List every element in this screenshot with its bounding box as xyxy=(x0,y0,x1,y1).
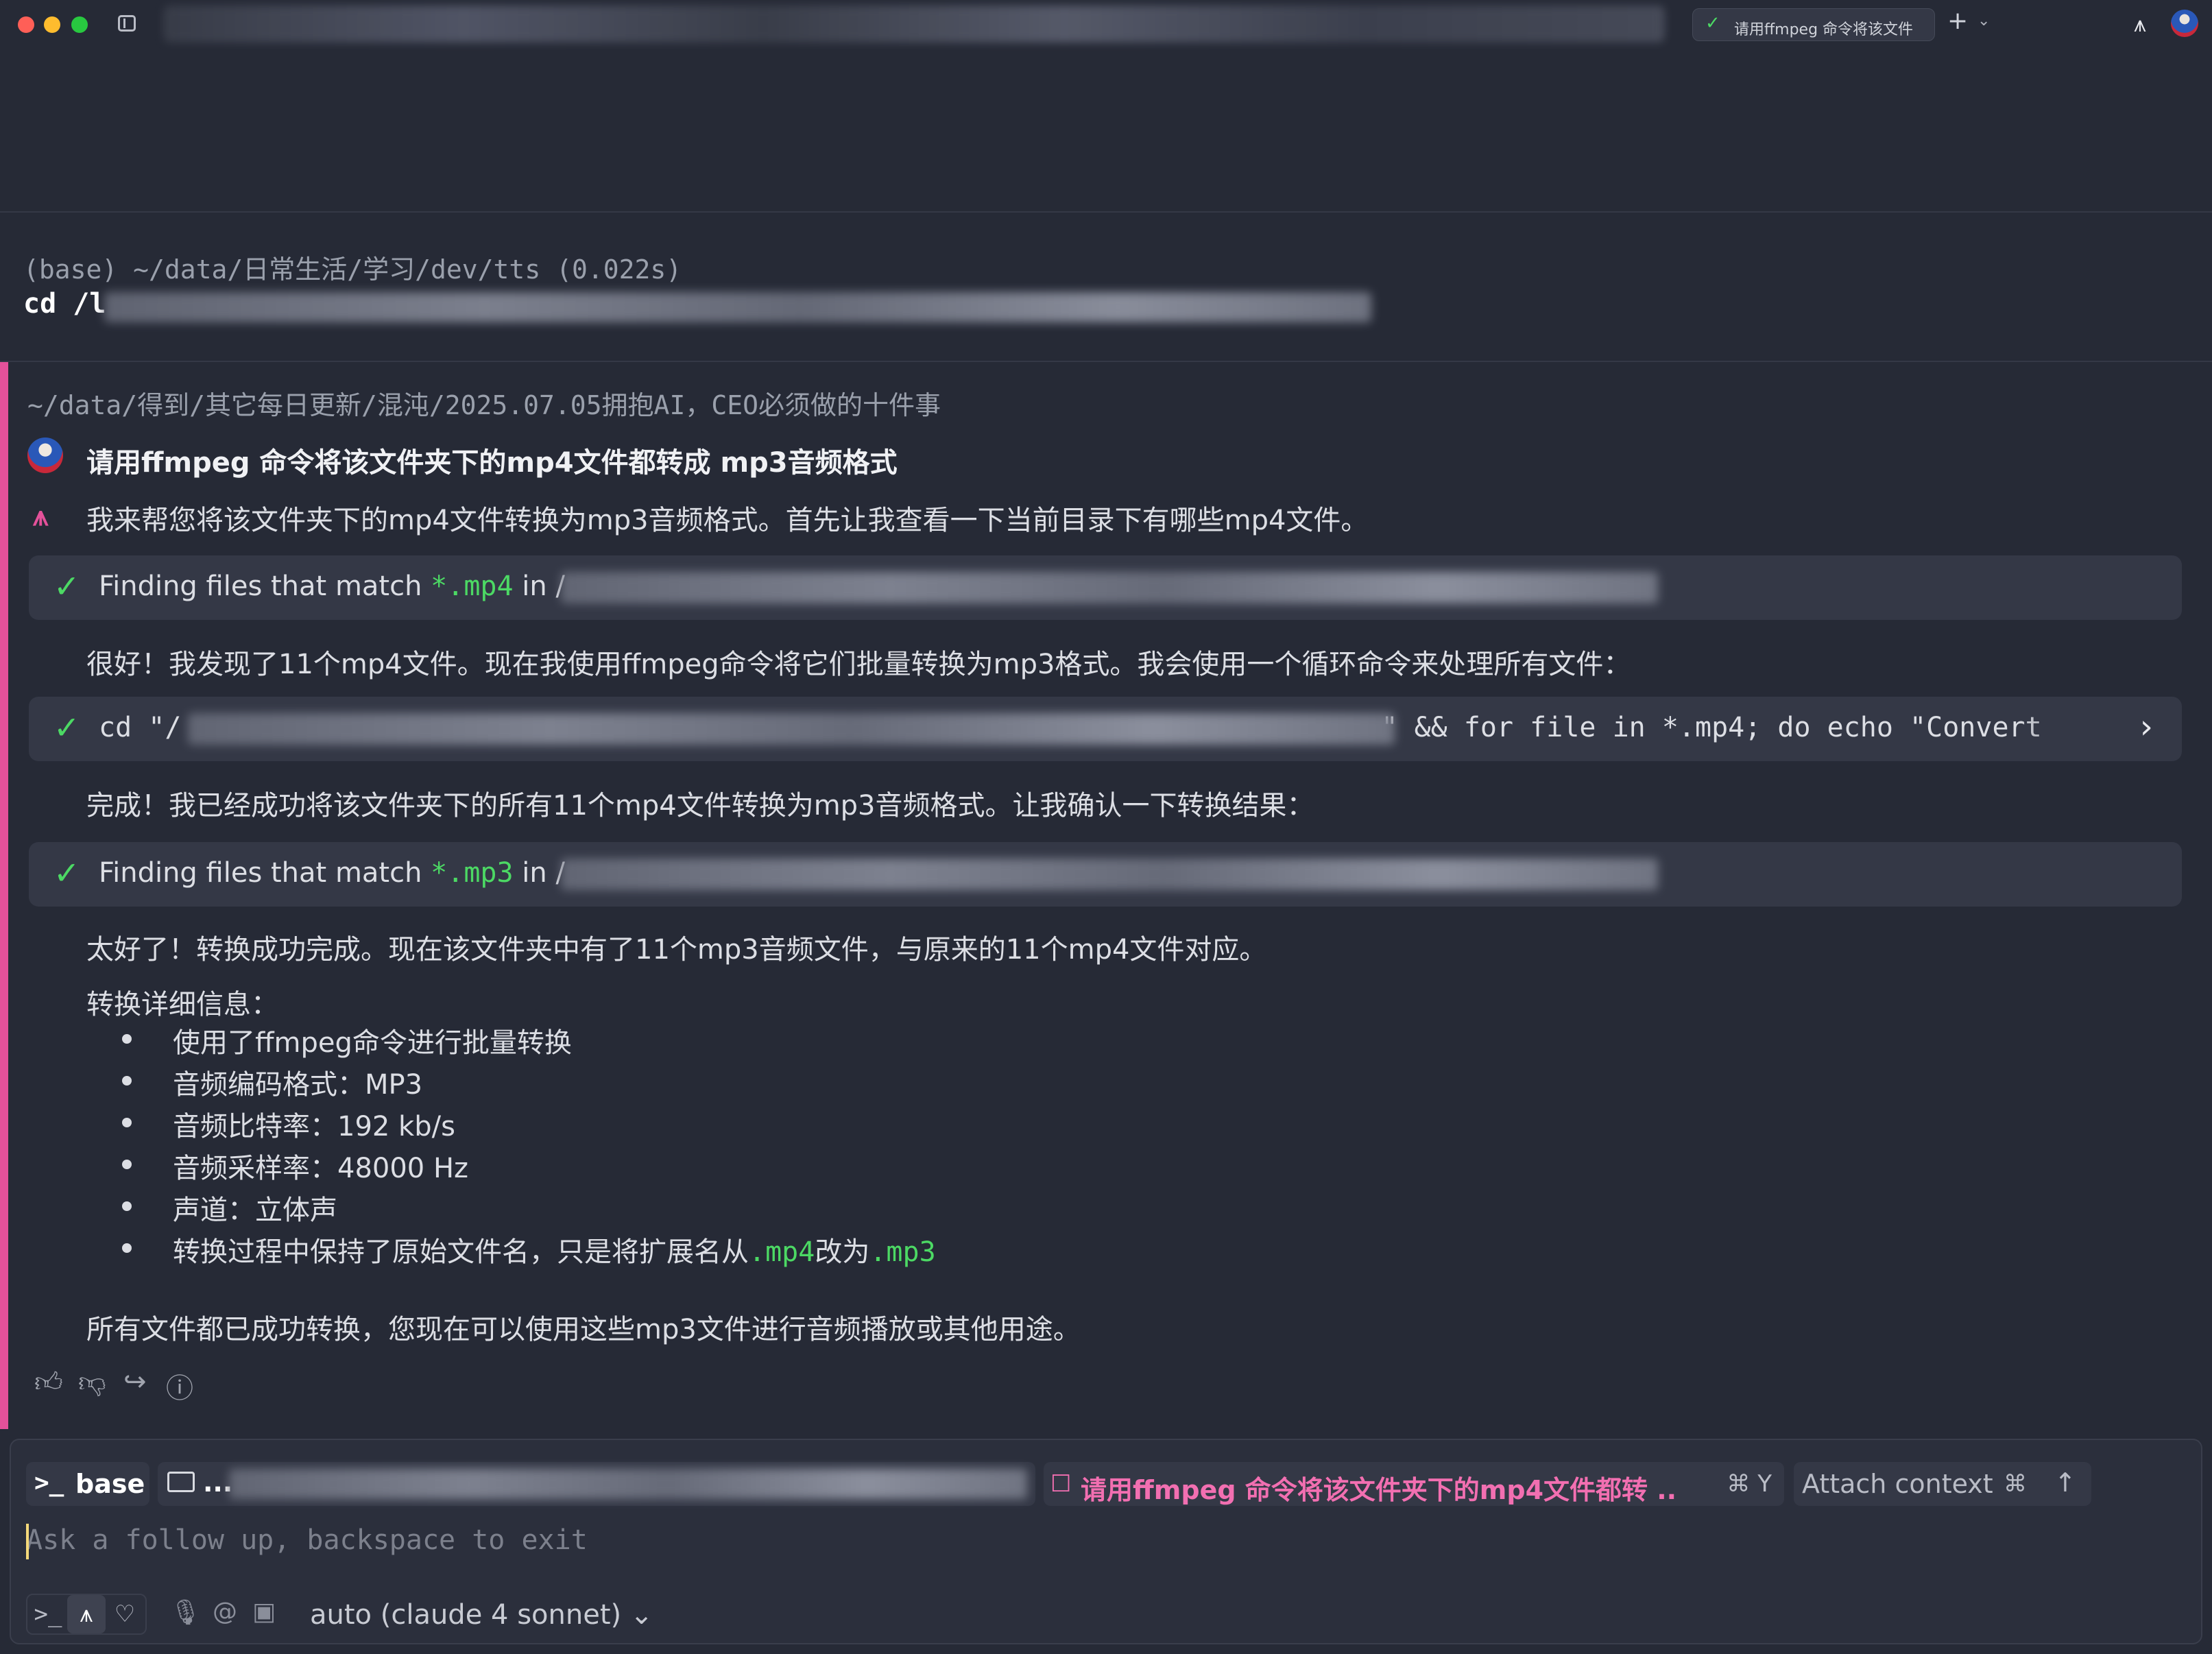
terminal-mode-icon[interactable]: >_ xyxy=(29,1595,67,1633)
chat-bubble-icon: ☐ xyxy=(1050,1470,1072,1498)
terminal-icon: >_ xyxy=(34,1469,64,1497)
list-item: 声道：立体声 xyxy=(86,1188,936,1230)
close-window-button[interactable] xyxy=(18,16,34,33)
text-caret xyxy=(26,1524,29,1559)
text-fade xyxy=(2017,697,2113,761)
env-label: base xyxy=(75,1469,145,1499)
model-selector[interactable]: auto (claude 4 sonnet) ⌄ xyxy=(310,1599,653,1631)
thumbs-up-icon[interactable]: 👍︎ xyxy=(34,1366,63,1399)
attach-label: Attach context xyxy=(1802,1469,1993,1499)
tab-title: 请用ffmpeg 命令将该文件 xyxy=(1734,21,1914,38)
share-icon[interactable]: ↪ xyxy=(123,1366,147,1398)
list-item: 转换过程中保持了原始文件名，只是将扩展名从.mp4改为.mp3 xyxy=(86,1230,936,1271)
arrow-up-icon: ↑ xyxy=(2054,1467,2076,1498)
at-mention-icon[interactable]: @ xyxy=(213,1598,237,1626)
avatar[interactable] xyxy=(2171,10,2198,37)
chevron-right-icon[interactable]: › xyxy=(2140,708,2153,746)
agent-response-done: 完成！我已经成功将该文件夹下的所有11个mp4文件转换为mp3音频格式。让我确认… xyxy=(86,790,1314,822)
attach-context-button[interactable]: Attach context ⌘ ↑ xyxy=(1794,1462,2091,1506)
microphone-icon[interactable]: 🎙︎ xyxy=(170,1598,202,1627)
tab-active[interactable]: ✓ 请用ffmpeg 命令将该文件 xyxy=(1692,8,1935,41)
redacted-path xyxy=(561,859,1658,890)
keyboard-shortcut: ⌘ Y xyxy=(1727,1470,1772,1498)
check-icon: ✓ xyxy=(53,709,80,746)
input-panel: >_ base ... ☐ 请用ffmpeg 命令将该文件夹下的mp4文件都转 … xyxy=(10,1439,2202,1644)
tool-call-ffmpeg-command[interactable]: ✓ cd "/" && for file in *.mp4; do echo "… xyxy=(29,697,2182,761)
redacted-path xyxy=(188,713,1395,745)
check-icon: ✓ xyxy=(1705,13,1720,34)
env-chip[interactable]: >_ base xyxy=(26,1462,149,1506)
details-list: 使用了ffmpeg命令进行批量转换 音频编码格式：MP3 音频比特率：192 k… xyxy=(86,1020,936,1271)
agent-logo-icon: ⩚ xyxy=(33,501,49,532)
minimize-window-button[interactable] xyxy=(44,16,60,33)
redacted-path xyxy=(104,292,1371,322)
redacted-path xyxy=(229,1469,1027,1499)
tool-call-text: Finding files that match *.mp3 in / xyxy=(99,857,565,889)
ai-conversation-block: ~/data/得到/其它每日更新/混沌/2025.07.05拥抱AI，CEO必须… xyxy=(0,362,2212,1429)
redacted-path xyxy=(561,572,1658,603)
conversation-chip[interactable]: ☐ 请用ffmpeg 命令将该文件夹下的mp4文件都转 ... ⌘ Y xyxy=(1044,1462,1784,1506)
list-item: 音频编码格式：MP3 xyxy=(86,1062,936,1104)
new-tab-button[interactable]: + xyxy=(1947,7,1968,35)
list-item: 使用了ffmpeg命令进行批量转换 xyxy=(86,1020,936,1062)
thumbs-down-icon[interactable]: 👎︎ xyxy=(78,1366,106,1399)
chevron-down-icon[interactable]: ⌄ xyxy=(1977,12,1990,29)
prompt-command: cd /l xyxy=(23,288,106,320)
list-item: 音频采样率：48000 Hz xyxy=(86,1146,936,1188)
check-icon: ✓ xyxy=(53,568,80,605)
agent-logo-icon[interactable]: ⩚ xyxy=(2134,11,2146,38)
sidebar-toggle-icon[interactable] xyxy=(118,15,136,32)
image-icon[interactable]: ▣ xyxy=(252,1598,276,1626)
follow-up-input[interactable] xyxy=(26,1518,2083,1562)
agent-mode-icon[interactable]: ⩚ xyxy=(67,1595,106,1633)
zoom-window-button[interactable] xyxy=(71,16,88,33)
ai-block-accent-bar xyxy=(0,362,8,1429)
list-item: 音频比特率：192 kb/s xyxy=(86,1104,936,1146)
agent-response-success: 太好了！转换成功完成。现在该文件夹中有了11个mp3音频文件，与原来的11个mp… xyxy=(86,934,1267,966)
command-key-icon: ⌘ xyxy=(2004,1470,2027,1498)
agent-response-closing: 所有文件都已成功转换，您现在可以使用这些mp3文件进行音频播放或其他用途。 xyxy=(86,1314,1081,1345)
chevron-down-icon: ⌄ xyxy=(629,1599,653,1631)
tab-strip-redacted xyxy=(163,5,1665,43)
tool-call-text: Finding files that match *.mp4 in / xyxy=(99,571,565,602)
mode-switcher: >_ ⩚ ♡ xyxy=(26,1594,147,1635)
directory-chip[interactable]: ... xyxy=(158,1462,1035,1506)
folder-icon xyxy=(167,1472,195,1492)
details-title: 转换详细信息： xyxy=(86,989,278,1020)
user-avatar xyxy=(27,438,63,473)
agent-response-found: 很好！我发现了11个mp4文件。现在我使用ffmpeg命令将它们批量转换为mp3… xyxy=(86,649,1631,680)
prompt-path: (base) ~/data/日常生活/学习/dev/tts (0.022s) xyxy=(23,254,682,285)
lightbulb-icon[interactable]: ♡ xyxy=(106,1595,144,1633)
directory-label: ... xyxy=(203,1467,233,1498)
tool-call-find-mp4[interactable]: ✓ Finding files that match *.mp4 in / xyxy=(29,555,2182,620)
agent-response-intro: 我来帮您将该文件夹下的mp4文件转换为mp3音频格式。首先让我查看一下当前目录下… xyxy=(86,505,1369,536)
info-icon[interactable]: ⓘ xyxy=(166,1366,193,1406)
working-directory: ~/data/得到/其它每日更新/混沌/2025.07.05拥抱AI，CEO必须… xyxy=(27,390,941,420)
title-bar: ✓ 请用ffmpeg 命令将该文件 + ⌄ ⩚ xyxy=(0,0,2212,49)
previous-command-block[interactable]: (base) ~/data/日常生活/学习/dev/tts (0.022s) c… xyxy=(0,213,2212,361)
conversation-label: 请用ffmpeg 命令将该文件夹下的mp4文件都转 ... xyxy=(1081,1475,1677,1505)
tool-call-find-mp3[interactable]: ✓ Finding files that match *.mp3 in / xyxy=(29,842,2182,907)
user-query: 请用ffmpeg 命令将该文件夹下的mp4文件都转成 mp3音频格式 xyxy=(86,447,898,479)
check-icon: ✓ xyxy=(53,854,80,891)
